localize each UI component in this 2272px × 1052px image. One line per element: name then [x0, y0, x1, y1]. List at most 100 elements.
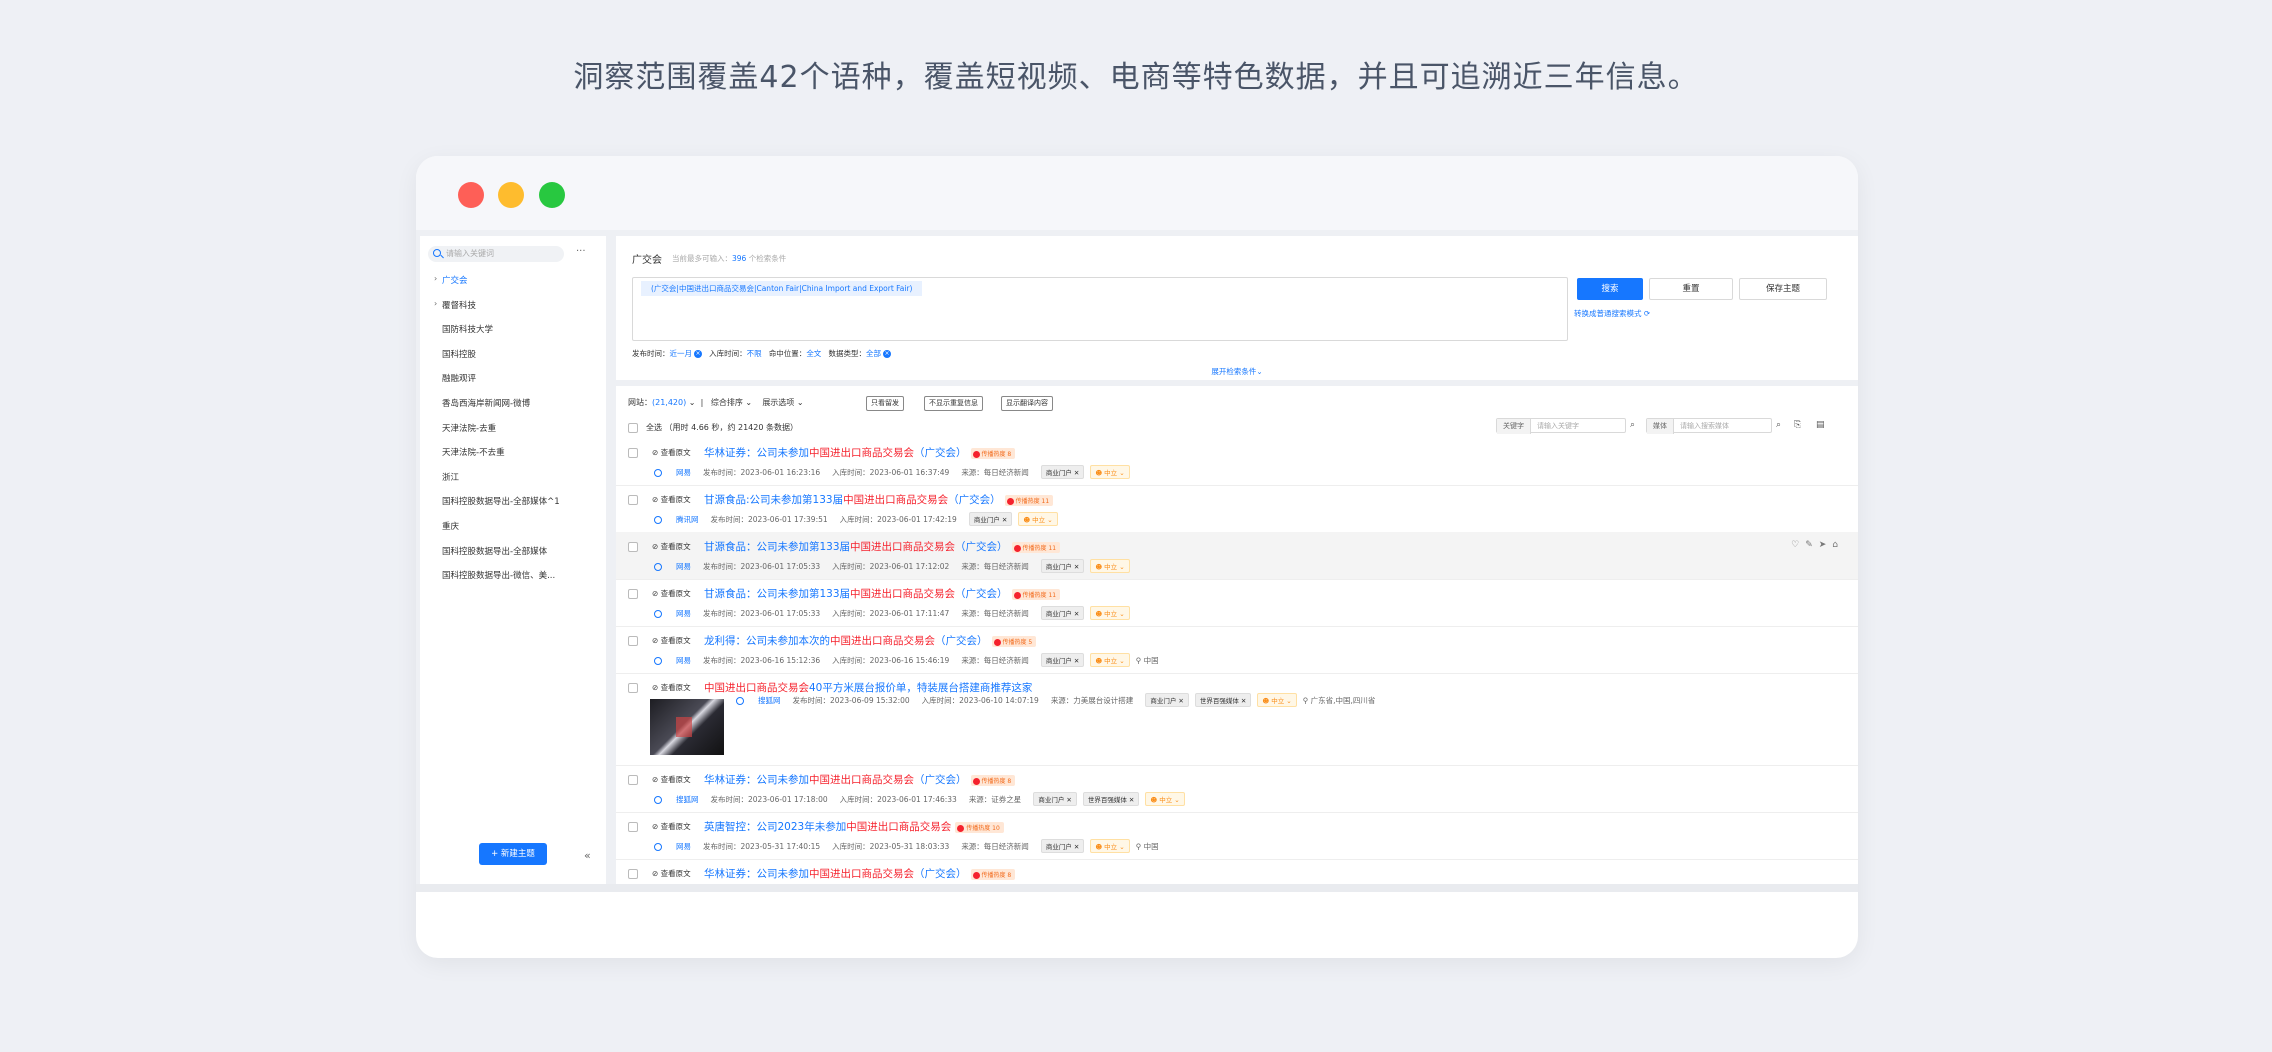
query-expression-box[interactable]: (广交会|中国进出口商品交易会|Canton Fair|China Import…: [632, 277, 1568, 341]
media-tag[interactable]: 商业门户 ✕: [1040, 465, 1085, 479]
row-checkbox[interactable]: [628, 775, 638, 785]
view-original-link[interactable]: ⊘ 查看原文: [652, 774, 691, 785]
row-checkbox[interactable]: [628, 636, 638, 646]
result-row[interactable]: ⊘ 查看原文 华林证券：公司未参加中国进出口商品交易会（广交会） 传播热度 8: [616, 859, 1858, 884]
sidebar-item[interactable]: 国科控股数据导出-全部媒体^1: [442, 495, 560, 507]
source-site-link[interactable]: 腾讯网: [676, 515, 699, 524]
result-title-link[interactable]: 甘源食品：公司未参加第133届中国进出口商品交易会（广交会） 传播热度 11: [704, 539, 1061, 554]
result-row[interactable]: ⊘ 查看原文 英唐智控：公司2023年未参加中国进出口商品交易会 传播热度 10 网易…: [616, 812, 1858, 860]
clear-filter-icon[interactable]: ×: [694, 350, 702, 358]
sidebar-item[interactable]: 天津法院-去重: [442, 422, 496, 434]
row-actions[interactable]: ♡✎➤⌂: [1791, 540, 1844, 550]
view-original-link[interactable]: ⊘ 查看原文: [652, 868, 691, 879]
result-row[interactable]: ⊘ 查看原文 甘源食品:公司未参加第133届中国进出口商品交易会（广交会） 传播热度…: [616, 485, 1858, 533]
ingest-time-filter[interactable]: 不限: [747, 349, 762, 358]
row-checkbox[interactable]: [628, 448, 638, 458]
result-title-link[interactable]: 华林证券：公司未参加中国进出口商品交易会（广交会） 传播热度 8: [704, 445, 1016, 460]
view-original-link[interactable]: ⊘ 查看原文: [652, 821, 691, 832]
source-site-link[interactable]: 网易: [676, 842, 691, 851]
source-site-link[interactable]: 网易: [676, 562, 691, 571]
query-chip[interactable]: (广交会|中国进出口商品交易会|Canton Fair|China Import…: [641, 281, 923, 296]
media-tag[interactable]: 商业门户 ✕: [1145, 693, 1189, 707]
media-tag[interactable]: 世界百强媒体 ✕: [1082, 792, 1140, 806]
reset-button[interactable]: 重置: [1649, 278, 1733, 300]
media-tag[interactable]: 商业门户 ✕: [1040, 653, 1085, 667]
result-title-link[interactable]: 龙利得：公司未参加本次的中国进出口商品交易会（广交会） 传播热度 5: [704, 633, 1037, 648]
switch-mode-link[interactable]: 转换成普通搜索模式 ⟳: [1574, 308, 1650, 319]
sidebar-item[interactable]: 天津法院-不去重: [442, 446, 505, 458]
source-site-link[interactable]: 网易: [676, 468, 691, 477]
row-checkbox[interactable]: [628, 495, 638, 505]
source-site-link[interactable]: 网易: [676, 656, 691, 665]
source-site-link[interactable]: 网易: [676, 609, 691, 618]
media-tag[interactable]: 商业门户 ✕: [1040, 559, 1085, 573]
view-original-link[interactable]: ⊘ 查看原文: [652, 682, 691, 693]
result-row[interactable]: ⊘ 查看原文 中国进出口商品交易会40平方米展台报价单，特装展台搭建商推荐这家 搜狐…: [616, 673, 1858, 766]
sidebar-item[interactable]: 国科控股数据导出-全部媒体: [442, 545, 547, 557]
view-original-link[interactable]: ⊘ 查看原文: [652, 588, 691, 599]
sidebar-item[interactable]: › 覆督科技: [434, 299, 476, 311]
sidebar-item[interactable]: 浙江: [442, 471, 459, 483]
sidebar-item[interactable]: 香岛西海岸新闻网-微博: [442, 397, 530, 409]
result-thumbnail[interactable]: [650, 699, 724, 755]
view-original-link[interactable]: ⊘ 查看原文: [652, 494, 691, 505]
sentiment-tag[interactable]: ☻ 中立 ⌄: [1257, 693, 1297, 707]
source-site-link[interactable]: 搜狐网: [758, 696, 781, 705]
media-tag[interactable]: 商业门户 ✕: [1040, 839, 1085, 853]
result-row[interactable]: ⊘ 查看原文 华林证券：公司未参加中国进出口商品交易会（广交会） 传播热度 8 网易发…: [616, 438, 1858, 486]
sentiment-tag[interactable]: ☻ 中立 ⌄: [1145, 792, 1185, 806]
result-title-link[interactable]: 华林证券：公司未参加中国进出口商品交易会（广交会） 传播热度 8: [704, 772, 1016, 787]
search-button[interactable]: 搜索: [1577, 278, 1643, 300]
new-topic-button[interactable]: + 新建主题: [479, 843, 547, 865]
search-icon[interactable]: ⌕: [1776, 420, 1781, 430]
minimize-window-button[interactable]: [498, 182, 524, 208]
result-row[interactable]: ⊘ 查看原文 甘源食品：公司未参加第133届中国进出口商品交易会（广交会） 传播热度…: [616, 579, 1858, 627]
source-site-link[interactable]: 搜狐网: [676, 795, 699, 804]
collapse-sidebar-icon[interactable]: «: [584, 849, 591, 862]
hit-position-filter[interactable]: 全文: [806, 349, 821, 358]
sentiment-tag[interactable]: ☻ 中立 ⌄: [1090, 559, 1130, 573]
row-checkbox[interactable]: [628, 869, 638, 879]
original-only-toggle[interactable]: 只看留发: [866, 396, 904, 411]
search-icon[interactable]: ⌕: [1630, 420, 1635, 430]
sidebar-item[interactable]: 国科控股数据导出-微信、美...: [442, 569, 555, 581]
sidebar-item[interactable]: 国防科技大学: [442, 323, 493, 335]
media-tag[interactable]: 商业门户 ✕: [1040, 606, 1085, 620]
media-search-input[interactable]: 媒体 请输入搜索媒体: [1646, 418, 1772, 434]
view-original-link[interactable]: ⊘ 查看原文: [652, 447, 691, 458]
sentiment-tag[interactable]: ☻ 中立 ⌄: [1090, 465, 1130, 479]
show-translation-toggle[interactable]: 显示翻译内容: [1001, 396, 1053, 411]
result-title-link[interactable]: 英唐智控：公司2023年未参加中国进出口商品交易会 传播热度 10: [704, 819, 1004, 834]
sidebar-item[interactable]: 国科控股: [442, 348, 476, 360]
publish-time-filter[interactable]: 近一月: [670, 349, 693, 358]
expand-conditions-link[interactable]: 展开检索条件⌄: [616, 366, 1858, 377]
result-title-link[interactable]: 华林证券：公司未参加中国进出口商品交易会（广交会） 传播热度 8: [704, 866, 1016, 881]
row-checkbox[interactable]: [628, 589, 638, 599]
row-checkbox[interactable]: [628, 822, 638, 832]
media-tag[interactable]: 商业门户 ✕: [1033, 792, 1077, 806]
data-type-filter[interactable]: 全部: [866, 349, 881, 358]
clear-filter-icon[interactable]: ×: [882, 350, 891, 358]
result-row[interactable]: ⊘ 查看原文 华林证券：公司未参加中国进出口商品交易会（广交会） 传播热度 8 搜狐网…: [616, 765, 1858, 813]
view-original-link[interactable]: ⊘ 查看原文: [652, 541, 691, 552]
close-window-button[interactable]: [458, 182, 484, 208]
sentiment-tag[interactable]: ☻ 中立 ⌄: [1018, 512, 1058, 526]
result-title-link[interactable]: 甘源食品：公司未参加第133届中国进出口商品交易会（广交会） 传播热度 11: [704, 586, 1061, 601]
batch-icon[interactable]: ▤: [1816, 420, 1825, 430]
select-all-checkbox[interactable]: [628, 422, 638, 433]
sidebar-item[interactable]: › 广交会: [434, 274, 468, 286]
sidebar-item[interactable]: 融融观评: [442, 372, 476, 384]
display-options-dropdown[interactable]: 展示选项 ⌄: [762, 398, 803, 407]
result-title-link[interactable]: 甘源食品:公司未参加第133届中国进出口商品交易会（广交会） 传播热度 11: [704, 492, 1054, 507]
sidebar-item[interactable]: 重庆: [442, 520, 459, 532]
sentiment-tag[interactable]: ☻ 中立 ⌄: [1090, 606, 1130, 620]
save-topic-button[interactable]: 保存主题: [1739, 278, 1827, 300]
result-row[interactable]: ⊘ 查看原文 甘源食品：公司未参加第133届中国进出口商品交易会（广交会） 传播热度…: [616, 532, 1858, 580]
sentiment-tag[interactable]: ☻ 中立 ⌄: [1090, 653, 1130, 667]
row-checkbox[interactable]: [628, 542, 638, 552]
export-icon[interactable]: ⎘: [1794, 420, 1801, 430]
sidebar-more-icon[interactable]: ···: [576, 246, 586, 257]
sort-dropdown[interactable]: 综合排序 ⌄: [711, 398, 752, 407]
row-checkbox[interactable]: [628, 683, 638, 693]
view-original-link[interactable]: ⊘ 查看原文: [652, 635, 691, 646]
